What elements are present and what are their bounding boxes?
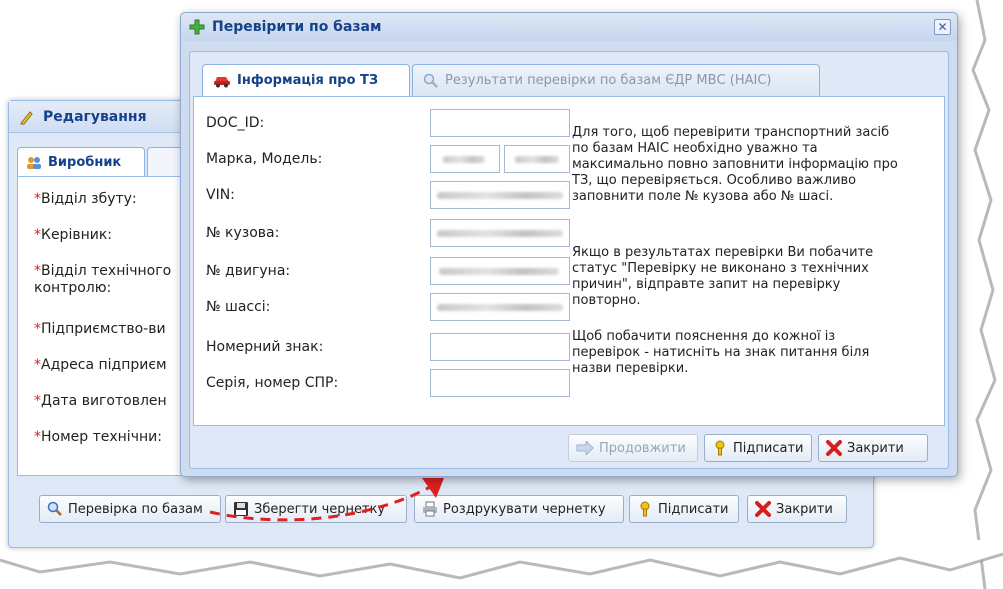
field-tech-number: *Номер технічни:	[34, 429, 162, 445]
label-doc-id: DOC_ID:	[206, 115, 265, 131]
dialog-title: Перевірити по базам	[212, 19, 382, 35]
label-body-no: № кузова:	[206, 225, 280, 241]
blurred-value	[443, 156, 485, 163]
magnifier-icon	[47, 501, 63, 517]
edit-window-title: Редагування	[43, 108, 147, 125]
label-brand-model: Марка, Модель:	[206, 151, 323, 167]
magnifier-icon	[423, 73, 439, 89]
key-icon	[712, 440, 728, 456]
spr-input[interactable]	[430, 369, 570, 397]
close-button-bg[interactable]: Закрити	[747, 495, 847, 523]
tab-manufacturer[interactable]: Виробник	[17, 147, 145, 177]
edit-window-tabs: Виробник	[17, 147, 197, 177]
close-button[interactable]: Закрити	[818, 434, 928, 462]
tab-check-results[interactable]: Результати перевірки по базам ЄДР МВС (Н…	[412, 64, 820, 96]
plus-icon	[189, 19, 205, 35]
red-x-icon	[755, 501, 771, 517]
field-manager: *Керівник:	[34, 227, 113, 243]
arrow-right-icon	[576, 441, 594, 455]
torn-edge-right	[955, 0, 997, 589]
users-icon	[26, 156, 42, 170]
blurred-value	[439, 268, 559, 275]
key-icon	[637, 501, 653, 517]
field-address: *Адреса підприєм	[34, 357, 167, 373]
tab-manufacturer-label: Виробник	[48, 155, 122, 170]
vin-input[interactable]	[430, 181, 570, 209]
annotation-arrow	[209, 478, 444, 522]
brand-input[interactable]	[430, 145, 500, 173]
field-manufacture-date: *Дата виготовлен	[34, 393, 167, 409]
plate-input[interactable]	[430, 333, 570, 361]
model-input[interactable]	[504, 145, 570, 173]
field-sales-dept: *Відділ збуту:	[34, 191, 137, 207]
doc-id-input[interactable]	[430, 109, 570, 137]
dialog-footer: Продовжити Підписати Закрити	[190, 434, 950, 464]
label-plate: Номерний знак:	[206, 339, 324, 355]
tab-vehicle-info[interactable]: Інформація про ТЗ	[202, 64, 410, 96]
field-enterprise: *Підприємство-ви	[34, 321, 166, 337]
car-icon	[213, 74, 231, 88]
field-qc-dept: *Відділ технічного контролю:	[34, 263, 172, 296]
help-text-3: Щоб побачити пояснення до кожної із пере…	[572, 329, 870, 376]
blurred-value	[437, 230, 563, 237]
dialog-close-icon[interactable]: ✕	[934, 19, 951, 35]
check-databases-dialog: Перевірити по базам ✕ Інформація про ТЗ …	[180, 12, 958, 477]
help-text-1: Для того, щоб перевірити транспортний за…	[572, 125, 898, 204]
engine-no-input[interactable]	[430, 257, 570, 285]
continue-button[interactable]: Продовжити	[568, 434, 698, 462]
chassis-no-input[interactable]	[430, 293, 570, 321]
red-x-icon	[826, 440, 842, 456]
blurred-value	[515, 156, 559, 163]
label-chassis-no: № шассі:	[206, 299, 271, 315]
label-engine-no: № двигуна:	[206, 263, 291, 279]
blurred-value	[437, 192, 563, 199]
sign-button-bg[interactable]: Підписати	[629, 495, 739, 523]
label-vin: VIN:	[206, 187, 235, 203]
label-spr: Серія, номер СПР:	[206, 375, 339, 391]
pencil-icon	[19, 109, 35, 125]
help-text-2: Якщо в результатах перевірки Ви побачите…	[572, 245, 874, 308]
blurred-value	[437, 304, 563, 311]
check-databases-button[interactable]: Перевірка по базам	[39, 495, 221, 523]
sign-button[interactable]: Підписати	[704, 434, 812, 462]
dialog-body: Інформація про ТЗ Результати перевірки п…	[189, 51, 949, 469]
dialog-titlebar: Перевірити по базам ✕	[181, 13, 957, 41]
vehicle-info-form: DOC_ID: Марка, Модель: VIN: № кузова: № …	[193, 96, 945, 426]
body-no-input[interactable]	[430, 219, 570, 247]
